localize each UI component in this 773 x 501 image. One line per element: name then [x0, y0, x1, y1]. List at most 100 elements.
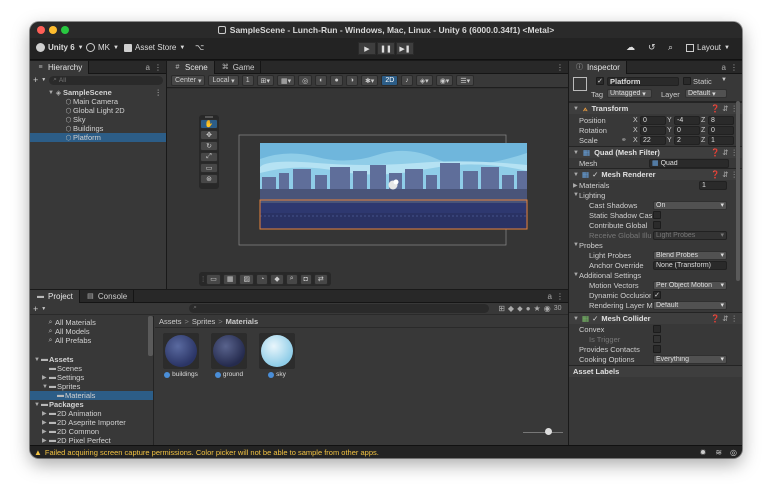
effects-button[interactable]: ◑ — [345, 75, 358, 86]
motion-vectors-dropdown[interactable]: Per Object Motion ▾ — [653, 280, 727, 290]
visibility-button[interactable]: ◉▾ — [435, 75, 454, 86]
hierarchy-item[interactable]: ⬡ Global Light 2D — [30, 106, 166, 115]
folder-tree-item[interactable]: ▬ Materials — [30, 391, 153, 400]
account-button[interactable]: Unity 6 ▼ — [36, 43, 84, 52]
user-account-button[interactable]: MK ▼ — [86, 43, 119, 52]
transform-tool-button[interactable]: ⊛ — [200, 174, 218, 184]
x-field[interactable]: 0 — [640, 125, 666, 135]
folder-tree-item[interactable]: ▬ Scenes — [30, 364, 153, 373]
rect-tool-button[interactable]: ▭ — [200, 163, 218, 173]
chevron-down-icon[interactable]: ▼ — [41, 306, 46, 312]
x-field[interactable]: 0 — [640, 115, 666, 125]
component-menu-icon[interactable]: ❓ ⇵ ⋮ — [711, 104, 738, 113]
hierarchy-item[interactable]: ⬡ Sky — [30, 115, 166, 124]
z-axis-label[interactable]: Z — [701, 117, 705, 124]
z-axis-label[interactable]: Z — [701, 127, 705, 134]
layout-dropdown[interactable]: Layout ▼ — [686, 43, 730, 52]
overlay-eraser-button[interactable]: ◘ — [299, 273, 312, 285]
shading-button[interactable]: ◐ — [315, 75, 328, 86]
chevron-down-icon[interactable]: ▼ — [41, 77, 46, 83]
y-axis-label[interactable]: Y — [667, 127, 672, 134]
fx-dropdown[interactable]: ✱▾ — [360, 75, 379, 86]
y-field[interactable]: 2 — [674, 135, 700, 145]
convex-checkbox[interactable] — [653, 325, 661, 333]
tab-console[interactable]: ▤ Console — [80, 289, 135, 303]
static-checkbox[interactable] — [683, 77, 691, 85]
menu-icon[interactable]: ⋮ — [556, 63, 564, 72]
layers-icon[interactable]: ≋ — [715, 448, 722, 457]
version-control-icon[interactable]: ⌥ — [195, 43, 204, 52]
component-menu-icon[interactable]: ❓ ⇵ ⋮ — [711, 148, 738, 157]
breadcrumb-sprites[interactable]: Sprites — [192, 317, 215, 326]
step-button[interactable]: ▶❚ — [396, 42, 414, 55]
folder-tree-item[interactable]: ▼ ▬ Packages — [30, 400, 153, 409]
x-axis-label[interactable]: X — [633, 137, 638, 144]
enabled-check[interactable]: ✓ — [592, 314, 598, 323]
pause-button[interactable]: ❚❚ — [377, 42, 395, 55]
asset-item[interactable]: ground — [209, 333, 249, 378]
provides-contacts-checkbox[interactable] — [653, 345, 661, 353]
add-icon[interactable]: + — [33, 304, 38, 314]
lock-icon[interactable]: a — [722, 63, 726, 72]
materials-count[interactable]: 1 — [699, 180, 727, 190]
breadcrumb-materials[interactable]: Materials — [226, 317, 259, 326]
lock-icon[interactable]: a — [548, 292, 552, 301]
tab-inspector[interactable]: ⓘ Inspector — [569, 61, 627, 74]
tree-scrollbar[interactable] — [148, 316, 153, 356]
overlay-picker-button[interactable]: ⌕ — [285, 273, 298, 285]
layers-button[interactable]: ☰▾ — [456, 75, 475, 86]
scene-root-item[interactable]: ▼ ◈ SampleScene ⋮ — [30, 88, 166, 97]
folder-tree-item[interactable]: ▶ ▬ Settings — [30, 373, 153, 382]
component-menu-icon[interactable]: ❓ ⇵ ⋮ — [711, 170, 738, 179]
play-button[interactable]: ▶ — [358, 42, 376, 55]
x-field[interactable]: 22 — [640, 135, 666, 145]
pivot-dropdown[interactable]: Center ▾ — [171, 75, 206, 86]
gizmos-dropdown[interactable]: ◈▾ — [415, 75, 433, 86]
hierarchy-item[interactable]: ⬡ Platform — [30, 133, 166, 142]
overlay-tilemap-button[interactable]: ▦ — [222, 273, 238, 285]
contribute-gi-checkbox[interactable] — [653, 221, 661, 229]
lock-icon[interactable]: a — [146, 63, 150, 72]
static-shadow-checkbox[interactable] — [653, 211, 661, 219]
move-tool-button[interactable]: ✥ — [200, 130, 218, 140]
y-field[interactable]: 0 — [674, 125, 700, 135]
object-name-field[interactable]: Platform — [607, 77, 679, 86]
space-dropdown[interactable]: Local ▾ — [208, 75, 239, 86]
materials-row[interactable]: ▶ Materials 1 — [569, 180, 742, 190]
menu-icon[interactable]: ⋮ — [730, 63, 738, 72]
chevron-down-icon[interactable]: ▼ — [721, 77, 727, 83]
asset-item[interactable]: buildings — [161, 333, 201, 378]
menu-icon[interactable]: ⋮ — [556, 292, 564, 301]
cast-shadows-dropdown[interactable]: On ▾ — [653, 200, 727, 210]
x-axis-label[interactable]: X — [633, 117, 638, 124]
folder-tree-item[interactable]: ▶ ▬ 2D Pixel Perfect — [30, 436, 153, 445]
layer-dropdown[interactable]: Default ▾ — [685, 89, 727, 98]
filter-label-icon[interactable]: ◆ — [508, 304, 514, 313]
hierarchy-item[interactable]: ⬡ Buildings — [30, 124, 166, 133]
mode-2d-button[interactable]: 2D — [381, 75, 399, 86]
increment-snap-button[interactable]: ▦▾ — [276, 75, 296, 86]
tab-hierarchy[interactable]: ≡ Hierarchy — [30, 60, 90, 74]
component-menu-icon[interactable]: ❓ ⇵ ⋮ — [711, 314, 738, 323]
favorite-item[interactable]: ⌕ All Prefabs — [30, 336, 153, 345]
rotate-tool-button[interactable]: ↻ — [200, 141, 218, 151]
minimize-window-button[interactable] — [49, 26, 57, 34]
close-window-button[interactable] — [37, 26, 45, 34]
folder-tree-item[interactable]: ▶ ▬ 2D Animation — [30, 409, 153, 418]
active-checkbox[interactable]: ✓ — [596, 77, 604, 85]
tab-project[interactable]: ▬ Project — [30, 289, 80, 303]
scale-tool-button[interactable]: ⤢ — [200, 152, 218, 162]
project-search-input[interactable]: ⌕ — [189, 304, 490, 313]
inspector-scrollbar[interactable] — [736, 101, 740, 281]
tag-dropdown[interactable]: Untagged ▾ — [607, 89, 652, 98]
snap-field[interactable]: 1 — [241, 75, 254, 86]
tag-icon[interactable]: ⬥ — [517, 304, 523, 314]
mesh-collider-header[interactable]: ▼ ▦ ✓ Mesh Collider ❓ ⇵ ⋮ — [569, 312, 742, 324]
light-probes-dropdown[interactable]: Blend Probes ▾ — [653, 250, 727, 260]
bug-icon[interactable]: ✹ — [700, 448, 707, 457]
folder-tree-item[interactable]: ▼ ▬ Assets — [30, 355, 153, 364]
asset-store-button[interactable]: Asset Store ▼ — [124, 43, 185, 52]
cloud-icon[interactable]: ☁ — [626, 42, 635, 53]
lighting-button[interactable]: ● — [330, 75, 343, 86]
scene-viewport[interactable]: ✋ ✥ ↻ ⤢ ▭ ⊛ ⁞ ▭ ▦ ▨ ◔ ◆ ⌕ ◘ ⇄ — [167, 89, 568, 289]
